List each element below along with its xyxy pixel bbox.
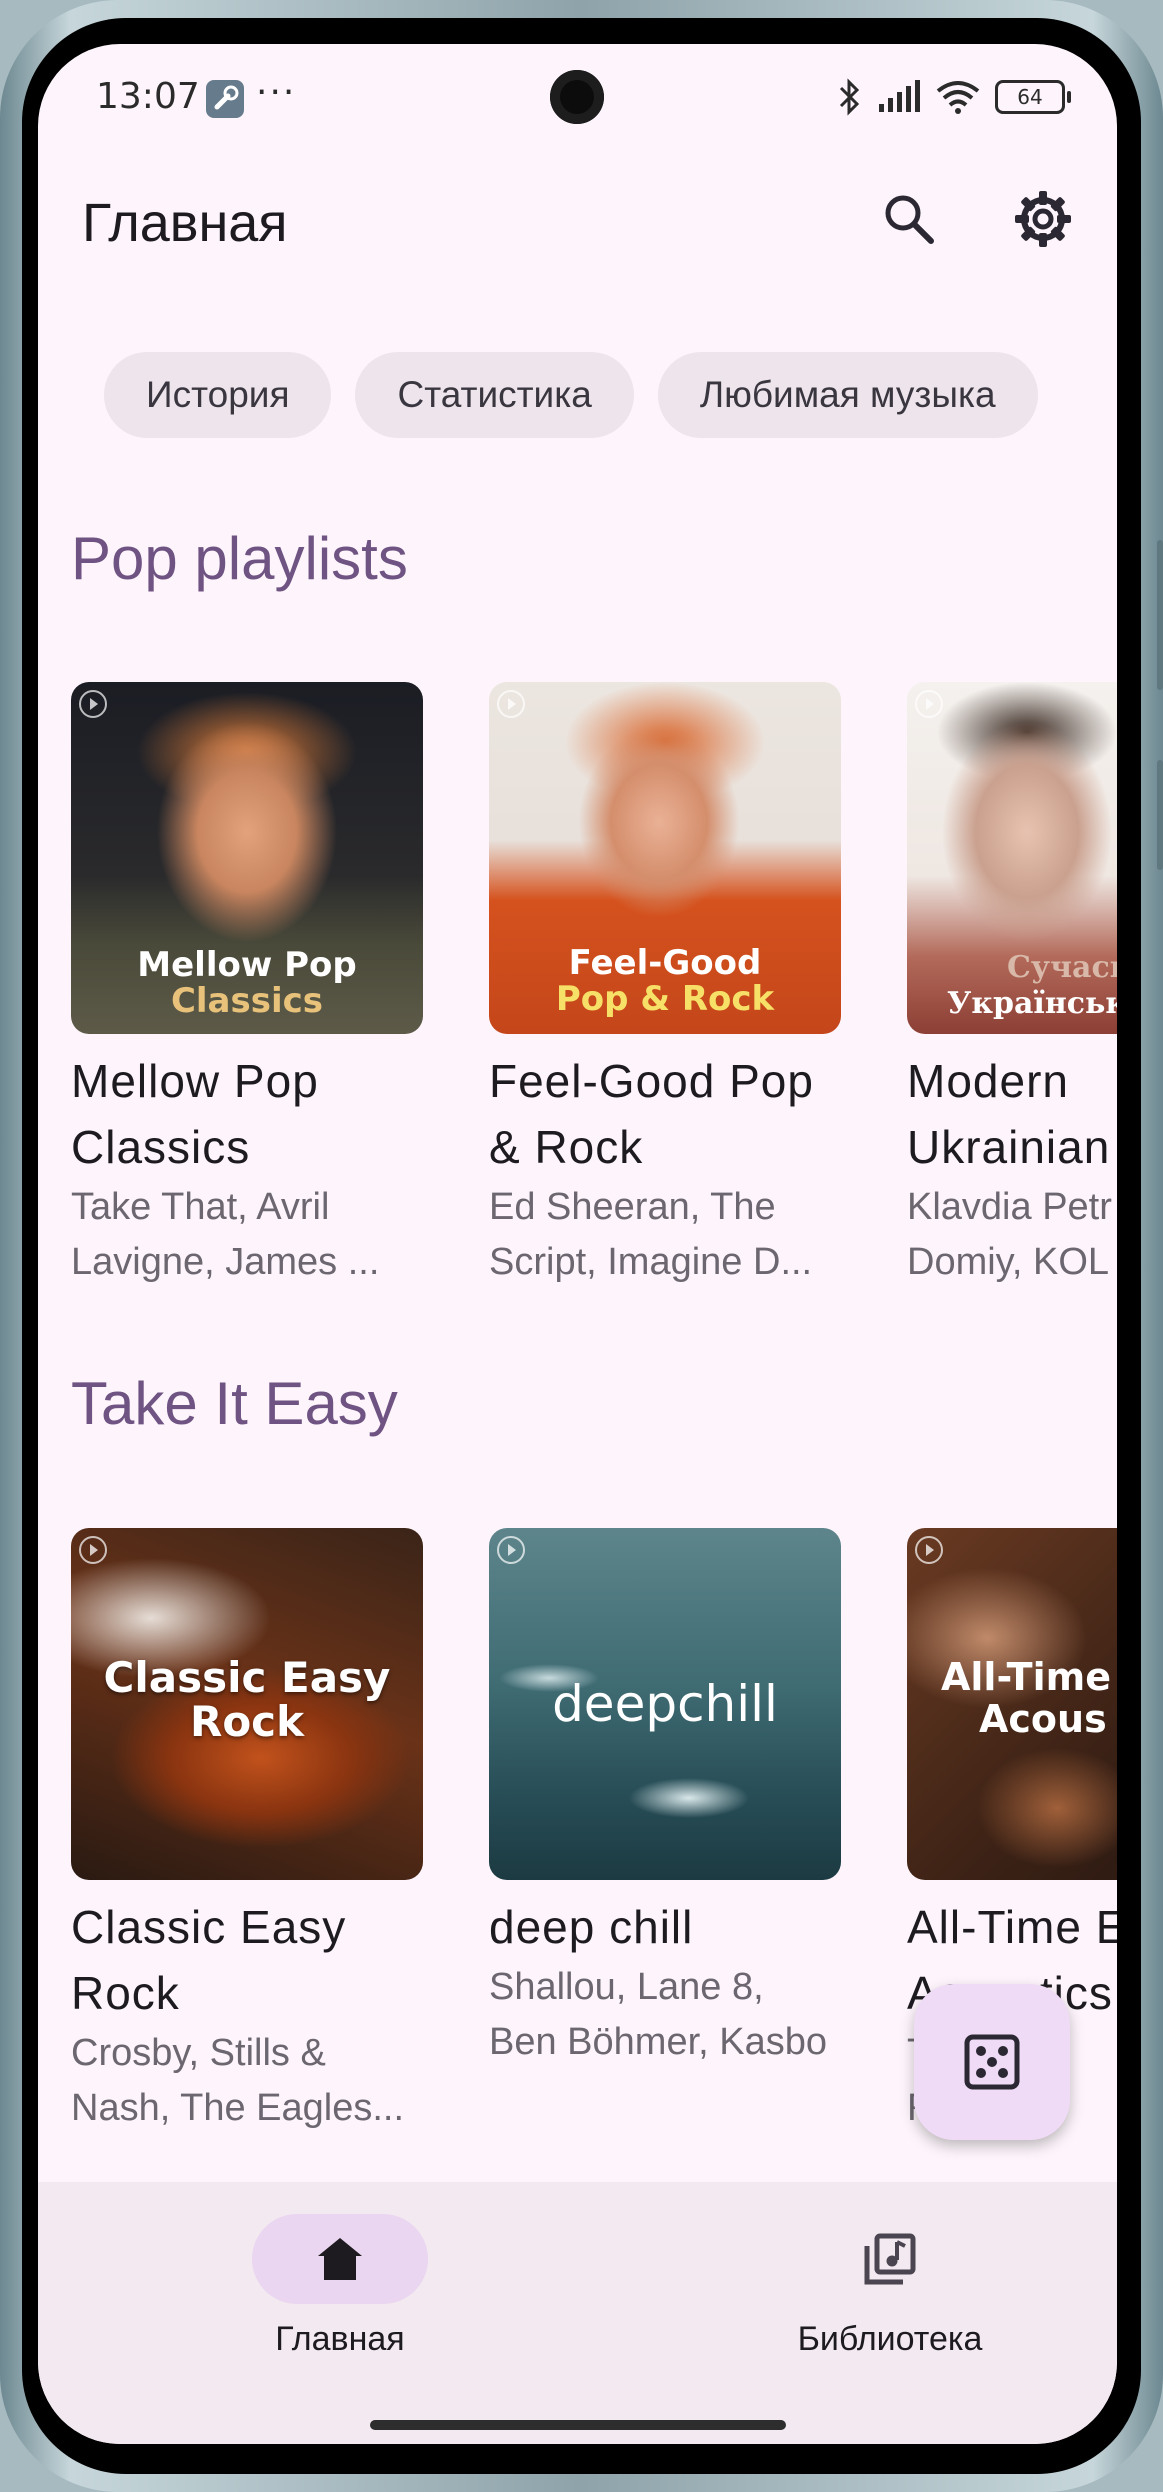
- gear-icon[interactable]: [998, 174, 1088, 264]
- play-badge-icon: [497, 690, 525, 718]
- nav-active-indicator: [252, 2214, 428, 2304]
- playlist-artists-line1: Ed Sheeran, The: [489, 1186, 776, 1228]
- playlist-card[interactable]: Classic Easy Rock Classic Easy Rock Cros…: [71, 1528, 423, 2136]
- playlist-artists-line1: Klavdia Petr: [907, 1186, 1112, 1228]
- playlist-title: Feel-Good Pop & Rock: [489, 1055, 814, 1173]
- status-icons: 64: [837, 74, 1071, 120]
- playlist-artists-line2: Script, Imagine D...: [489, 1241, 813, 1283]
- playlist-artists-line2: Lavigne, James ...: [71, 1241, 380, 1283]
- cover-title-line1: Mellow Pop: [137, 945, 357, 985]
- play-badge-icon: [915, 690, 943, 718]
- playlist-artists-line2: Domiy, KOL: [907, 1241, 1110, 1283]
- signal-icon: [879, 80, 920, 112]
- playlist-cover: Сучасн Українськ: [907, 682, 1117, 1034]
- playlist-title: Classic Easy Rock: [71, 1901, 347, 2019]
- status-time: 13:07: [96, 76, 200, 117]
- screen: 13:07 ··· 64 Главная История Статистика …: [38, 44, 1117, 2444]
- home-indicator[interactable]: [370, 2420, 786, 2430]
- playlist-card[interactable]: Mellow Pop Classics Mellow Pop Classics …: [71, 682, 423, 1290]
- library-music-icon: [864, 2233, 916, 2285]
- chip-history[interactable]: История: [104, 352, 332, 438]
- play-badge-icon: [915, 1536, 943, 1564]
- nav-item-library[interactable]: Библиотека: [740, 2182, 1040, 2359]
- bluetooth-icon: [839, 78, 860, 116]
- cover-title-line2: Acous: [979, 1697, 1107, 1741]
- nav-label-library: Библиотека: [797, 2320, 983, 2358]
- playlist-artists-line1: Shallou, Lane 8,: [489, 1966, 764, 2008]
- section-title-pop: Pop playlists: [71, 525, 408, 592]
- play-badge-icon: [79, 1536, 107, 1564]
- bottom-navigation: Главная Библиотека: [38, 2182, 1117, 2444]
- playlist-card[interactable]: Feel-Good Pop & Rock Feel-Good Pop & Roc…: [489, 682, 841, 1290]
- nav-icon-container: [802, 2214, 978, 2304]
- playlist-artists-line2: Nash, The Eagles...: [71, 2087, 405, 2129]
- playlist-card[interactable]: deepchill deep chill Shallou, Lane 8, Be…: [489, 1528, 841, 2070]
- shuffle-fab[interactable]: [914, 1984, 1070, 2140]
- power-button: [1157, 760, 1163, 870]
- cover-title-line2: Rock: [189, 1697, 305, 1746]
- playlist-cover: All-Time Acous: [907, 1528, 1117, 1880]
- cover-title-line2: Українськ: [947, 986, 1117, 1021]
- playlist-artists-line1: Crosby, Stills &: [71, 2032, 326, 2074]
- playlist-artists-line2: Ben Böhmer, Kasbo: [489, 2021, 827, 2063]
- wrench-icon: [206, 80, 244, 118]
- home-icon: [318, 2238, 362, 2280]
- play-badge-icon: [79, 690, 107, 718]
- playlist-cover: deepchill: [489, 1528, 841, 1880]
- playlist-cover: Mellow Pop Classics: [71, 682, 423, 1034]
- playlist-artists-line1: Take That, Avril: [71, 1186, 330, 1228]
- cover-title-line2: Pop & Rock: [555, 979, 775, 1019]
- cover-title-line2: Classics: [170, 981, 324, 1021]
- search-icon[interactable]: [864, 174, 954, 264]
- playlist-title: deep chill: [489, 1901, 694, 1953]
- page-title: Главная: [82, 193, 288, 253]
- dice-icon: [964, 2034, 1020, 2090]
- nav-label-home: Главная: [275, 2320, 405, 2358]
- battery-indicator: 64: [995, 80, 1071, 114]
- cover-title-line1: Feel-Good: [568, 943, 762, 983]
- cover-title-line1: Сучасн: [1007, 950, 1117, 985]
- playlist-cover: Feel-Good Pop & Rock: [489, 682, 841, 1034]
- cover-title: deepchill: [552, 1675, 778, 1733]
- chip-statistics[interactable]: Статистика: [355, 352, 634, 438]
- cover-title-line1: Classic Easy: [103, 1653, 391, 1702]
- playlist-card[interactable]: Сучасн Українськ Modern Ukrainian Klavdi…: [907, 682, 1117, 1290]
- playlist-cover: Classic Easy Rock: [71, 1528, 423, 1880]
- chip-favorite-music[interactable]: Любимая музыка: [657, 352, 1038, 438]
- play-badge-icon: [497, 1536, 525, 1564]
- volume-button: [1157, 540, 1163, 690]
- nav-item-home[interactable]: Главная: [190, 2182, 490, 2359]
- front-camera: [550, 70, 604, 124]
- playlist-title: Mellow Pop Classics: [71, 1055, 319, 1173]
- filter-chips: История Статистика Любимая музыка: [104, 352, 1038, 438]
- playlist-title: Modern Ukrainian: [907, 1055, 1111, 1173]
- section-title-take-it-easy: Take It Easy: [71, 1370, 398, 1437]
- status-overflow: ···: [256, 72, 297, 113]
- wifi-icon: [936, 81, 980, 114]
- cover-title-line1: All-Time: [941, 1655, 1111, 1699]
